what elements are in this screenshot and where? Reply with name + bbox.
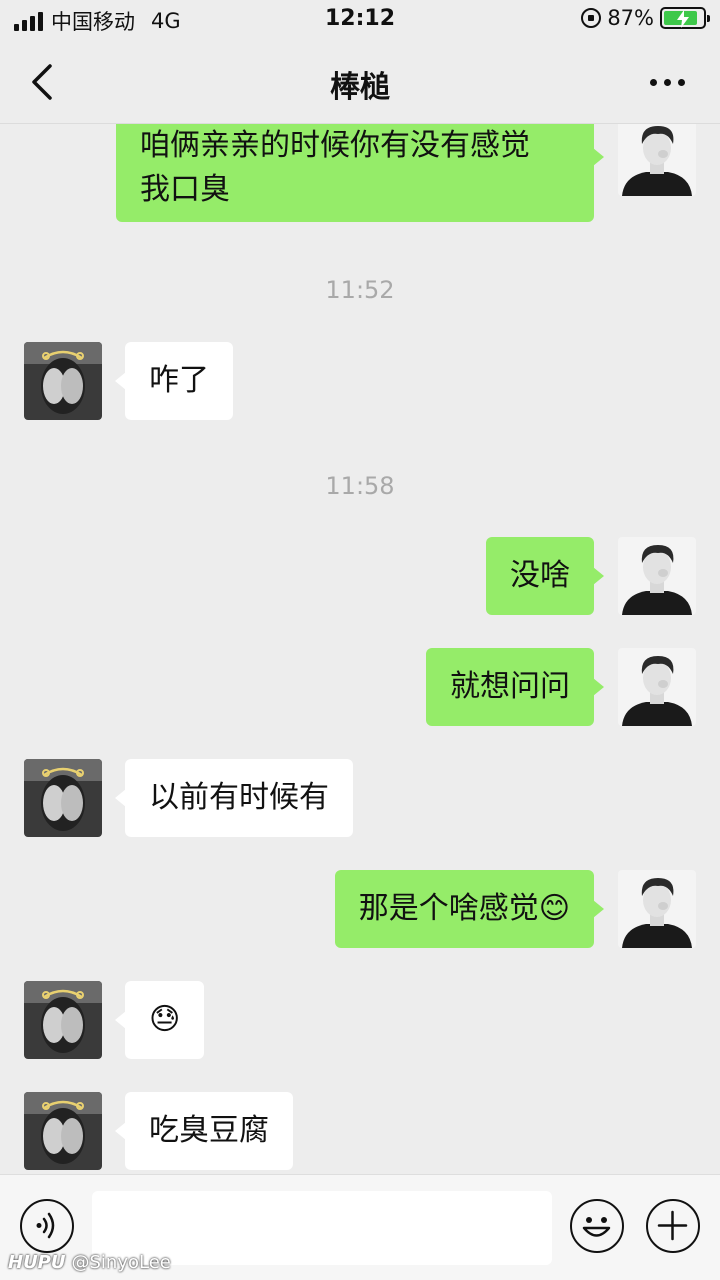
message-text: 吃臭豆腐 [149,1113,269,1148]
battery-icon [660,7,710,29]
message-bubble-them[interactable]: 😓 [114,981,205,1059]
my-avatar[interactable] [618,648,696,726]
message-bubble-them[interactable]: 以前有时候有 [115,759,353,837]
message-text: 咋了 [149,363,209,398]
message-bubble-me[interactable]: 没啥 [486,537,604,615]
status-bar: 中国移动 4G 12:12 87% [0,0,720,40]
more-button[interactable] [650,70,690,94]
plus-icon [657,1210,688,1241]
my-avatar[interactable] [618,537,696,615]
emoji-button[interactable] [570,1199,624,1253]
contact-avatar[interactable] [24,759,102,837]
message-list[interactable]: 咱俩亲亲的时候你有没有感觉 我口臭 11:52 咋了 11:58 没啥 就想问问… [0,124,720,1174]
message-bubble-me[interactable]: 那是个啥感觉😊 [334,870,605,948]
message-text: 咱俩亲亲的时候你有没有感觉 我口臭 [140,128,530,207]
status-right: 87% [581,6,710,30]
timestamp: 11:52 [325,276,395,304]
contact-avatar[interactable] [24,1092,102,1170]
watermark-user: @SinyoLee [71,1252,171,1273]
message-text: 以前有时候有 [149,780,329,815]
more-dots-icon [650,78,657,86]
message-text: 那是个啥感觉😊 [358,891,570,926]
message-text: 没啥 [510,558,570,593]
message-bubble-them[interactable]: 吃臭豆腐 [115,1092,293,1170]
my-avatar[interactable] [618,870,696,948]
message-bubble-me[interactable]: 咱俩亲亲的时候你有没有感觉 我口臭 [116,124,604,222]
contact-avatar[interactable] [24,342,102,420]
watermark-brand: HUPU [8,1252,66,1273]
plus-button[interactable] [646,1199,700,1253]
emoji-icon [582,1217,611,1237]
message-bubble-me[interactable]: 就想问问 [426,648,604,726]
chat-title: 棒槌 [330,70,390,105]
chat-header: 棒槌 [0,40,720,124]
watermark: HUPU @SinyoLee [8,1252,171,1273]
timestamp: 11:58 [325,472,395,500]
message-text: 就想问问 [450,669,570,704]
battery-percent: 87% [607,6,654,30]
rotation-lock-icon [581,8,602,28]
message-text: 😓 [149,1002,181,1037]
battery-level [664,10,698,28]
voice-icon [36,1212,55,1239]
message-bubble-them[interactable]: 咋了 [115,342,233,420]
voice-button[interactable] [20,1199,74,1253]
contact-avatar[interactable] [24,981,102,1059]
my-avatar[interactable] [618,124,696,196]
